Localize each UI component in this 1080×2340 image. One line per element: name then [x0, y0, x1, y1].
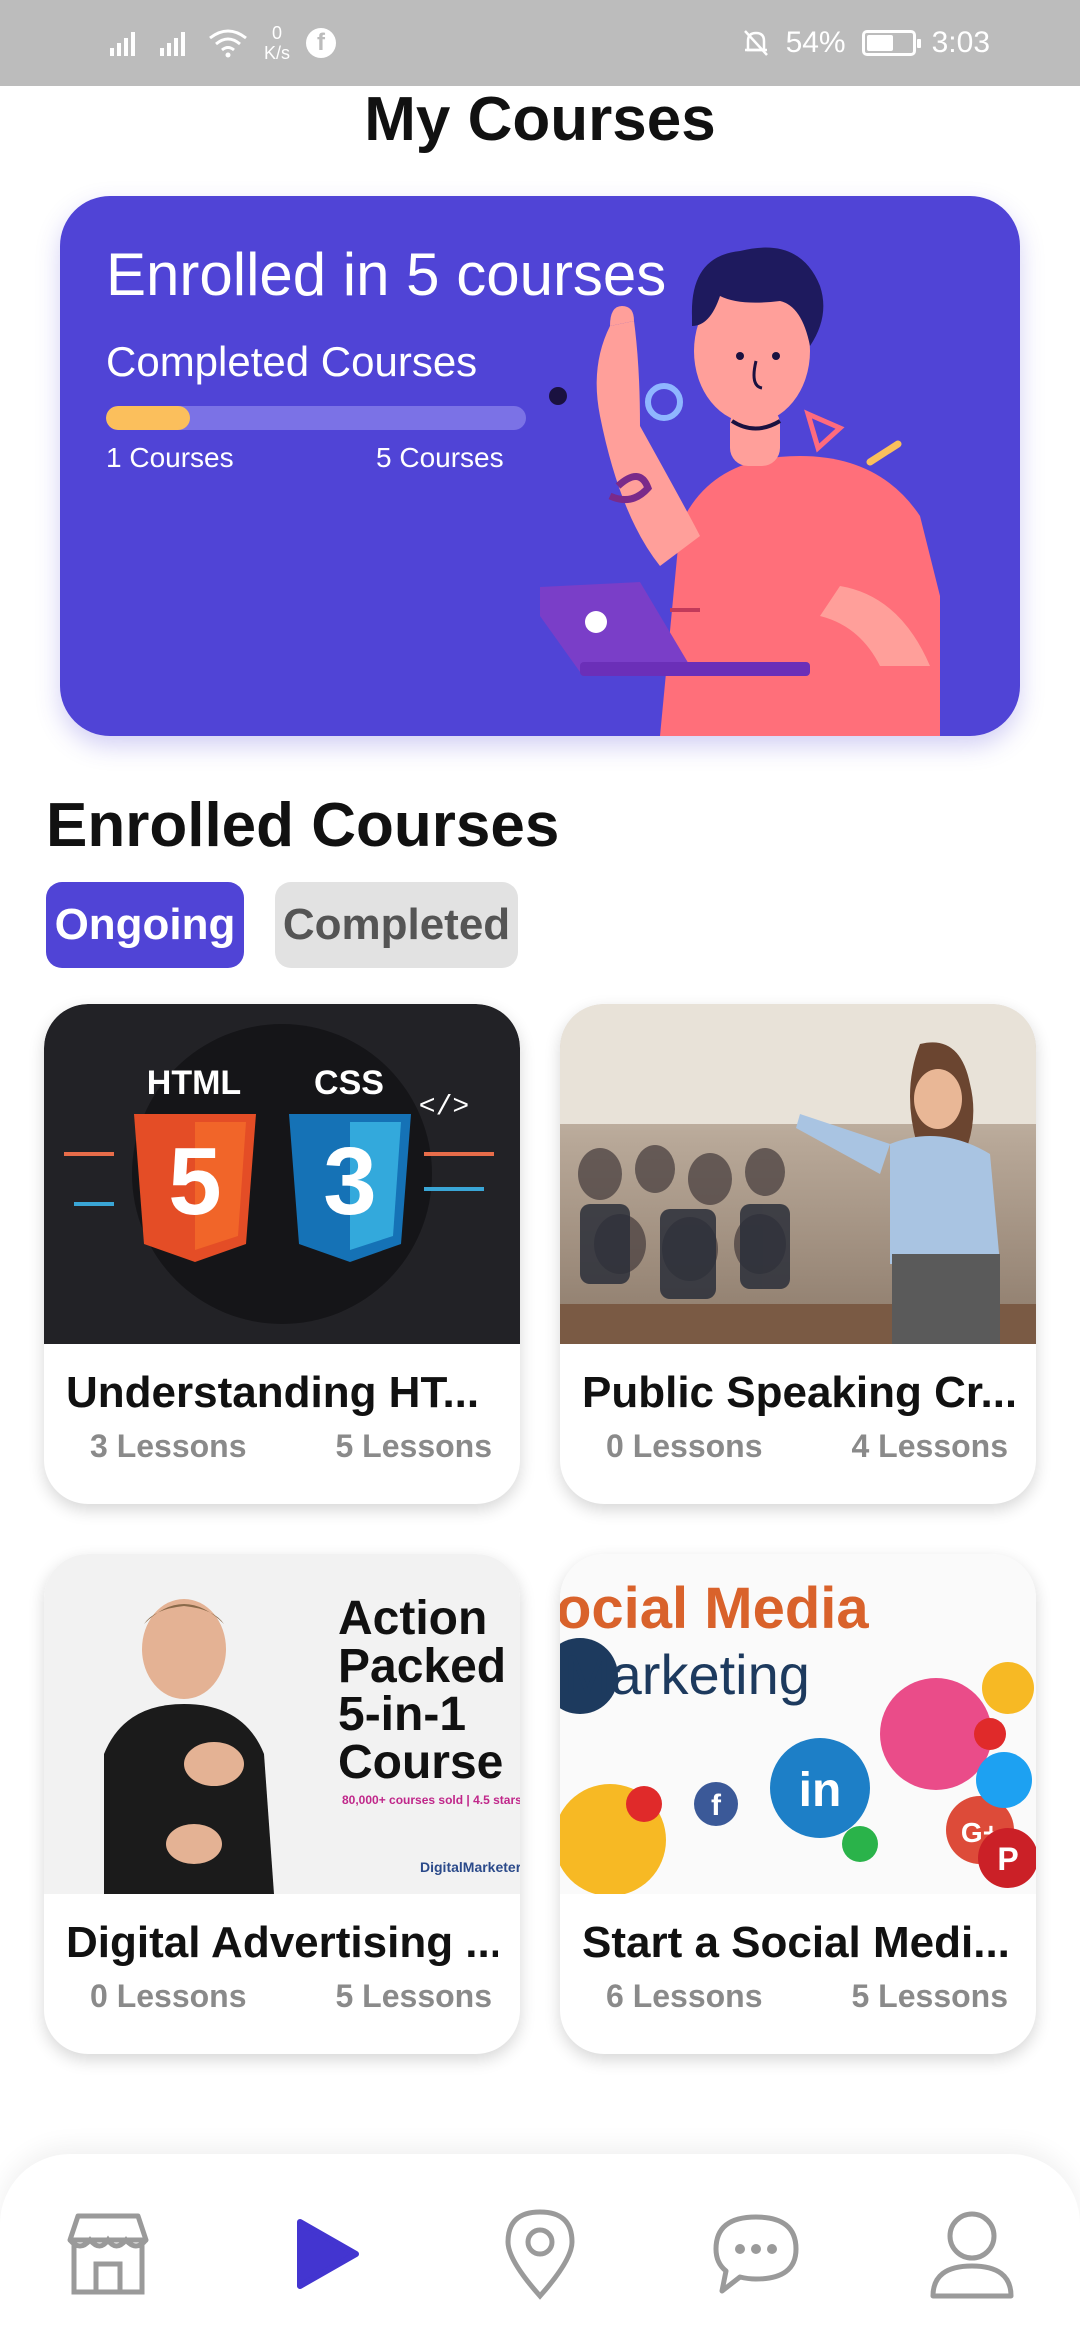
html-badge-text: HTML	[147, 1064, 241, 1102]
total-count-label: 5 Courses	[376, 442, 504, 473]
location-pin-icon	[505, 2209, 575, 2300]
completed-lessons: 0 Lessons	[90, 1978, 247, 2014]
course-title: Public Speaking Cr...	[582, 1368, 1014, 1417]
clock: 3:03	[931, 26, 990, 59]
total-lessons: 4 Lessons	[851, 1428, 1008, 1464]
speaker-audience-photo	[560, 1004, 1036, 1344]
total-lessons: 5 Lessons	[335, 1978, 492, 2014]
status-bar: 0 K/s f 54% 3:03	[0, 0, 1080, 86]
completed-count-label: 1 Courses	[106, 442, 234, 473]
store-icon	[67, 2213, 149, 2295]
battery-icon	[861, 30, 921, 56]
total-lessons: 5 Lessons	[851, 1978, 1008, 2014]
course-card-html-css[interactable]: HTML 5 CSS 3 </> Understanding HT... 3 L…	[44, 1004, 520, 1504]
nav-store[interactable]	[58, 2204, 158, 2304]
signal-icon	[110, 32, 135, 56]
completed-lessons: 0 Lessons	[606, 1428, 763, 1464]
ad-headline-line3: 5-in-1	[338, 1688, 466, 1741]
course-card-public-speaking[interactable]: Public Speaking Cr... 0 Lessons 4 Lesson…	[560, 1004, 1036, 1504]
nav-location[interactable]	[490, 2204, 590, 2304]
status-left: 0 K/s f	[108, 23, 337, 63]
course-lessons: 0 Lessons 4 Lessons	[606, 1428, 1008, 1465]
wifi-icon	[209, 29, 247, 58]
digital-advertising-thumbnail-art: Action Packed 5-in-1 Course 80,000+ cour…	[104, 1592, 520, 1894]
tab-ongoing[interactable]: Ongoing	[46, 882, 244, 968]
completed-courses-label: Completed Courses	[106, 338, 478, 385]
enrollment-summary-card: Enrolled in 5 courses Completed Courses …	[60, 196, 1020, 736]
course-thumbnail: HTML 5 CSS 3 </>	[44, 1004, 520, 1344]
student-laptop-illustration	[540, 247, 940, 736]
pinterest-badge: P	[997, 1841, 1018, 1877]
network-speed: 0 K/s	[264, 23, 290, 63]
facebook-icon: f	[306, 28, 337, 58]
total-lessons: 5 Lessons	[335, 1428, 492, 1464]
course-card-social-media[interactable]: ocial Media Marketing f in G+ P Start a …	[560, 1554, 1036, 2054]
nav-courses[interactable]	[274, 2204, 374, 2304]
completed-lessons: 3 Lessons	[90, 1428, 247, 1464]
chat-bubble-icon	[713, 2214, 799, 2294]
course-card-digital-advertising[interactable]: Action Packed 5-in-1 Course 80,000+ cour…	[44, 1554, 520, 2054]
play-icon	[297, 2219, 359, 2289]
profile-icon	[930, 2211, 1014, 2299]
nav-profile[interactable]	[922, 2204, 1022, 2304]
ad-headline-line2: Packed	[338, 1640, 506, 1693]
tab-completed[interactable]: Completed	[275, 882, 518, 968]
course-lessons: 3 Lessons 5 Lessons	[90, 1428, 492, 1465]
bell-muted-icon	[743, 30, 768, 56]
course-title: Start a Social Medi...	[582, 1918, 1010, 1967]
nav-messages[interactable]	[706, 2204, 806, 2304]
html5-number: 5	[168, 1128, 221, 1235]
course-thumbnail: Action Packed 5-in-1 Course 80,000+ cour…	[44, 1554, 520, 1894]
ad-headline-line1: Action	[338, 1592, 487, 1645]
course-lessons: 6 Lessons 5 Lessons	[606, 1978, 1008, 2015]
course-thumbnail	[560, 1004, 1036, 1344]
battery-percent: 54%	[785, 26, 846, 59]
course-thumbnail: ocial Media Marketing f in G+ P	[560, 1554, 1036, 1894]
html-css-thumbnail-art: HTML 5 CSS 3 </>	[64, 1024, 494, 1324]
signal-icon	[160, 32, 185, 56]
ad-headline-line4: Course	[338, 1736, 503, 1789]
enrolled-courses-heading: Enrolled Courses	[46, 791, 560, 860]
css-badge-text: CSS	[314, 1064, 384, 1102]
course-title: Understanding HT...	[66, 1368, 480, 1417]
social-media-thumbnail-art: ocial Media Marketing f in G+ P	[560, 1576, 1036, 1894]
code-icon: </>	[419, 1092, 469, 1123]
course-title: Digital Advertising ...	[66, 1918, 498, 1967]
completion-progress-fill	[106, 406, 190, 430]
status-right: 54% 3:03	[742, 26, 990, 60]
social-headline-line1: ocial Media	[560, 1576, 869, 1641]
course-lessons: 0 Lessons 5 Lessons	[90, 1978, 492, 2015]
completion-progress-bar	[106, 406, 526, 430]
ad-tagline: 80,000+ courses sold | 4.5 stars	[342, 1793, 520, 1807]
net-speed-value: 0	[272, 23, 283, 43]
social-headline-line2: Marketing	[564, 1643, 810, 1706]
facebook-badge: f	[711, 1789, 722, 1822]
page-title: My Courses	[364, 85, 716, 154]
bottom-navigation	[0, 2154, 1080, 2340]
linkedin-badge: in	[799, 1764, 842, 1817]
css3-number: 3	[323, 1128, 376, 1235]
completed-lessons: 6 Lessons	[606, 1978, 763, 2014]
net-speed-unit: K/s	[264, 43, 291, 63]
ad-brand: DigitalMarketer	[420, 1859, 520, 1875]
